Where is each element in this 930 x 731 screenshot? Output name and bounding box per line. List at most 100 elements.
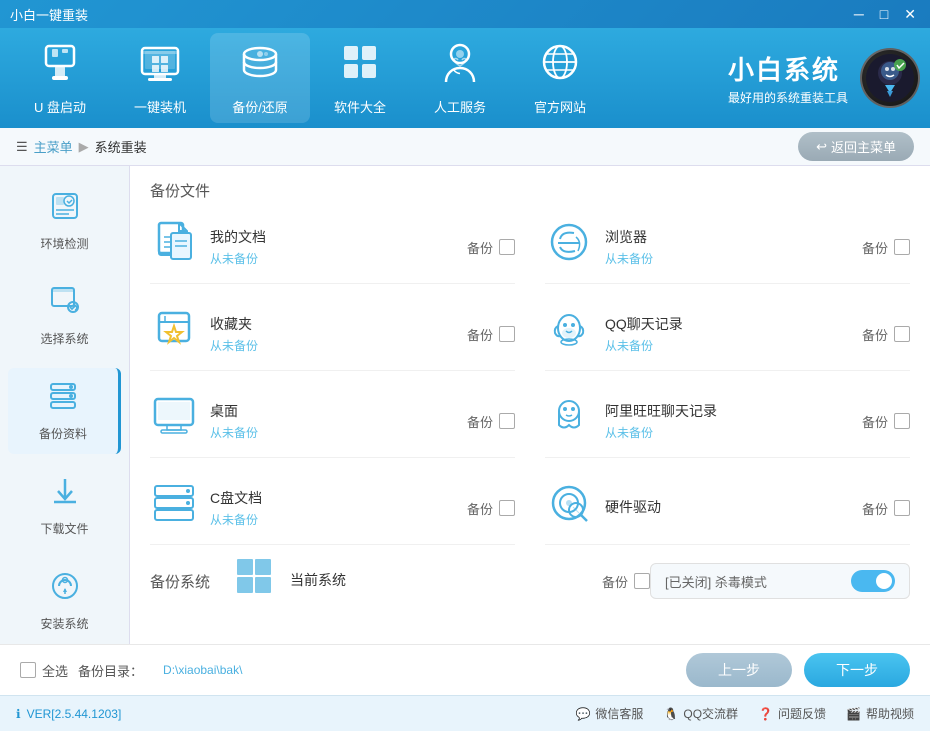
wangwang-name: 阿里旺旺聊天记录 [605, 401, 850, 421]
brand-subtitle: 最好用的系统重装工具 [728, 89, 848, 106]
cdisk-name: C盘文档 [210, 488, 455, 508]
sidebar-item-download[interactable]: 下载文件 [8, 463, 121, 549]
service-icon [438, 40, 482, 93]
prev-button[interactable]: 上一步 [686, 653, 792, 687]
hardware-backup-label: 备份 [862, 499, 888, 518]
close-btn[interactable]: ✕ [900, 6, 920, 23]
window-controls: ─ □ ✕ [850, 6, 920, 23]
system-backup-checkbox[interactable] [634, 573, 650, 589]
nav-item-service[interactable]: 人工服务 [410, 33, 510, 123]
next-button[interactable]: 下一步 [804, 653, 910, 687]
browser-info: 浏览器 从未备份 [605, 227, 850, 267]
backup-grid: 我的文档 从未备份 备份 [150, 211, 910, 545]
backup-dir-path[interactable]: D:\xiaobai\bak\ [163, 663, 242, 677]
qq-group[interactable]: 🐧 QQ交流群 [663, 705, 738, 722]
breadcrumb-home[interactable]: 主菜单 [34, 137, 73, 156]
list-item: 阿里旺旺聊天记录 从未备份 备份 [545, 385, 910, 458]
favorites-check: 备份 [467, 325, 515, 344]
download-icon [49, 475, 81, 514]
feedback[interactable]: ❓ 问题反馈 [758, 705, 826, 722]
nav-bar: U 盘启动 一键装机 [0, 28, 930, 128]
feedback-icon: ❓ [758, 707, 773, 721]
browser-check: 备份 [862, 238, 910, 257]
nav-item-usb[interactable]: U 盘启动 [10, 33, 110, 123]
documents-name: 我的文档 [210, 227, 455, 247]
desktop-icon [150, 393, 198, 449]
help-label: 帮助视频 [866, 705, 914, 722]
brand-logo [860, 48, 920, 108]
list-item: 收藏夹 从未备份 备份 [150, 298, 515, 371]
documents-icon [150, 219, 198, 275]
desktop-info: 桌面 从未备份 [210, 401, 455, 441]
select-all-label: 全选 [42, 661, 68, 680]
help-video[interactable]: 🎬 帮助视频 [846, 705, 914, 722]
backup-files-label: 备份文件 [150, 180, 210, 201]
sidebar-item-env[interactable]: 环境检测 [8, 178, 121, 264]
qq-icon [545, 306, 593, 362]
antivirus-toggle[interactable] [851, 570, 895, 592]
qq-name: QQ聊天记录 [605, 314, 850, 334]
documents-backup-label: 备份 [467, 238, 493, 257]
status-bar: ℹ VER[2.5.44.1203] 💬 微信客服 🐧 QQ交流群 ❓ 问题反馈… [0, 695, 930, 731]
hardware-name: 硬件驱动 [605, 497, 850, 517]
nav-item-software[interactable]: 软件大全 [310, 33, 410, 123]
hardware-info: 硬件驱动 [605, 497, 850, 520]
sidebar-label-install: 安装系统 [40, 615, 88, 632]
wechat-label: 微信客服 [595, 705, 643, 722]
nav-label-backup: 备份/还原 [232, 97, 288, 116]
footer-buttons: 上一步 下一步 [686, 653, 910, 687]
wangwang-check: 备份 [862, 412, 910, 431]
favorites-icon [150, 306, 198, 362]
select-icon [49, 285, 81, 324]
maximize-btn[interactable]: □ [876, 6, 892, 23]
backup-system-label: 备份系统 [150, 571, 230, 592]
list-item: QQ聊天记录 从未备份 备份 [545, 298, 910, 371]
minimize-btn[interactable]: ─ [850, 6, 868, 23]
software-icon [338, 40, 382, 93]
data-icon [47, 380, 79, 419]
wangwang-checkbox[interactable] [894, 413, 910, 429]
back-label: 返回主菜单 [831, 137, 896, 156]
qq-group-label: QQ交流群 [683, 705, 738, 722]
favorites-name: 收藏夹 [210, 314, 455, 334]
desktop-checkbox[interactable] [499, 413, 515, 429]
select-all-container: 全选 [20, 661, 68, 680]
sidebar-item-select[interactable]: 选择系统 [8, 273, 121, 359]
cdisk-icon [150, 480, 198, 536]
sidebar-item-data[interactable]: 备份资料 [8, 368, 121, 454]
favorites-info: 收藏夹 从未备份 [210, 314, 455, 354]
hardware-icon [545, 480, 593, 536]
back-icon: ↩ [816, 139, 827, 155]
breadcrumb: ☰ 主菜单 ▶ 系统重装 ↩ 返回主菜单 [0, 128, 930, 166]
app-title: 小白一键重装 [10, 5, 88, 24]
hardware-checkbox[interactable] [894, 500, 910, 516]
browser-checkbox[interactable] [894, 239, 910, 255]
sidebar-item-install[interactable]: 安装系统 [8, 558, 121, 644]
cdisk-checkbox[interactable] [499, 500, 515, 516]
main-area: 环境检测 选择系统 [0, 166, 930, 644]
favorites-status: 从未备份 [210, 337, 455, 354]
usb-icon [38, 40, 82, 93]
qq-checkbox[interactable] [894, 326, 910, 342]
version-text: VER[2.5.44.1203] [27, 707, 122, 721]
sidebar-label-download: 下载文件 [40, 520, 88, 537]
desktop-status: 从未备份 [210, 424, 455, 441]
back-button[interactable]: ↩ 返回主菜单 [798, 132, 914, 161]
nav-item-website[interactable]: 官方网站 [510, 33, 610, 123]
env-icon [49, 190, 81, 229]
nav-item-reinstall[interactable]: 一键装机 [110, 33, 210, 123]
wechat-icon: 💬 [575, 707, 590, 721]
select-all-checkbox[interactable] [20, 662, 36, 678]
qq-info: QQ聊天记录 从未备份 [605, 314, 850, 354]
title-bar: 小白一键重装 ─ □ ✕ [0, 0, 930, 28]
system-backup-label: 备份 [602, 572, 628, 591]
wechat-service[interactable]: 💬 微信客服 [575, 705, 643, 722]
favorites-checkbox[interactable] [499, 326, 515, 342]
windows-sys-name: 当前系统 [290, 570, 590, 590]
browser-status: 从未备份 [605, 250, 850, 267]
documents-status: 从未备份 [210, 250, 455, 267]
documents-checkbox[interactable] [499, 239, 515, 255]
help-icon: 🎬 [846, 707, 861, 721]
nav-item-backup[interactable]: 备份/还原 [210, 33, 310, 123]
nav-label-usb: U 盘启动 [34, 97, 86, 116]
